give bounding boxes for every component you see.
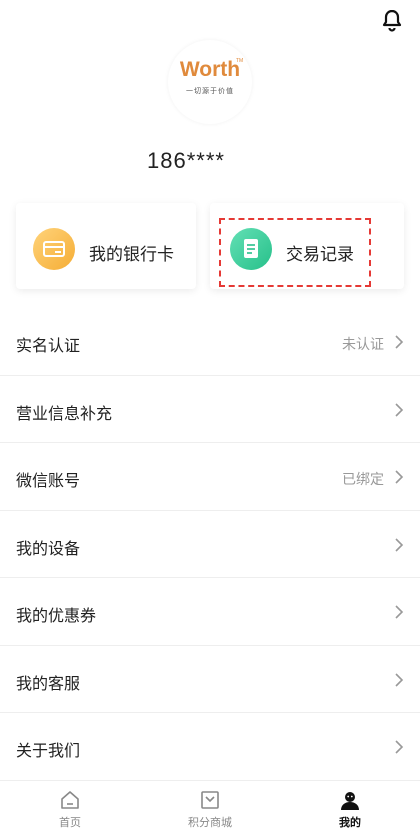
bank-card-icon bbox=[33, 228, 75, 270]
logo-tagline: 一切源于价值 bbox=[186, 87, 234, 95]
tab-shop[interactable]: 积分商城 bbox=[160, 789, 260, 830]
user-phone: 186**** bbox=[147, 148, 225, 173]
tab-mine[interactable]: 我的 bbox=[300, 789, 400, 830]
menu-item-label: 实名认证 bbox=[16, 336, 81, 355]
logo-trademark: TM bbox=[236, 58, 244, 64]
profile-icon bbox=[341, 792, 359, 810]
menu-item-business-info[interactable]: 营业信息补充 bbox=[0, 376, 420, 443]
menu-item-real-name[interactable]: 实名认证 未认证 bbox=[0, 308, 420, 376]
highlight-box bbox=[219, 218, 371, 287]
menu-item-wechat[interactable]: 微信账号 已绑定 bbox=[0, 443, 420, 511]
tab-label: 我的 bbox=[339, 816, 361, 829]
chevron-right-icon bbox=[395, 335, 404, 349]
menu-item-coupons[interactable]: 我的优惠券 bbox=[0, 578, 420, 646]
chevron-right-icon bbox=[395, 537, 404, 552]
tab-label: 首页 bbox=[59, 816, 81, 829]
chevron-right-icon bbox=[395, 605, 404, 619]
chevron-right-icon bbox=[395, 740, 404, 754]
shop-icon bbox=[201, 791, 219, 809]
menu-item-label: 我的优惠券 bbox=[16, 606, 97, 625]
menu-item-status: 未认证 bbox=[342, 337, 384, 353]
menu-item-label: 营业信息补充 bbox=[16, 403, 113, 423]
home-icon bbox=[61, 791, 79, 809]
menu-item-customer-service[interactable]: 我的客服 bbox=[0, 646, 420, 713]
menu-item-status: 已绑定 bbox=[342, 472, 384, 488]
menu-item-label: 我的设备 bbox=[16, 538, 81, 558]
avatar[interactable]: Worth TM 一切源于价值 bbox=[168, 40, 252, 124]
menu-item-label: 我的客服 bbox=[16, 673, 81, 693]
menu-item-label: 关于我们 bbox=[16, 741, 81, 760]
chevron-right-icon bbox=[395, 672, 404, 687]
bottom-tab-bar: 首页 积分商城 我的 bbox=[0, 780, 420, 833]
bell-icon[interactable] bbox=[380, 8, 404, 32]
tab-label: 积分商城 bbox=[188, 816, 232, 829]
menu-item-about[interactable]: 关于我们 bbox=[0, 713, 420, 781]
chevron-right-icon bbox=[395, 470, 404, 484]
menu-item-devices[interactable]: 我的设备 bbox=[0, 511, 420, 578]
tab-home[interactable]: 首页 bbox=[20, 789, 120, 830]
menu-item-label: 微信账号 bbox=[16, 471, 81, 490]
chevron-right-icon bbox=[395, 402, 404, 417]
bank-card-label: 我的银行卡 bbox=[89, 245, 174, 265]
bank-card-button[interactable]: 我的银行卡 bbox=[16, 203, 196, 289]
settings-menu: 实名认证 未认证 营业信息补充 微信账号 已绑定 我的设备 我的优惠券 我的客服… bbox=[0, 308, 420, 781]
